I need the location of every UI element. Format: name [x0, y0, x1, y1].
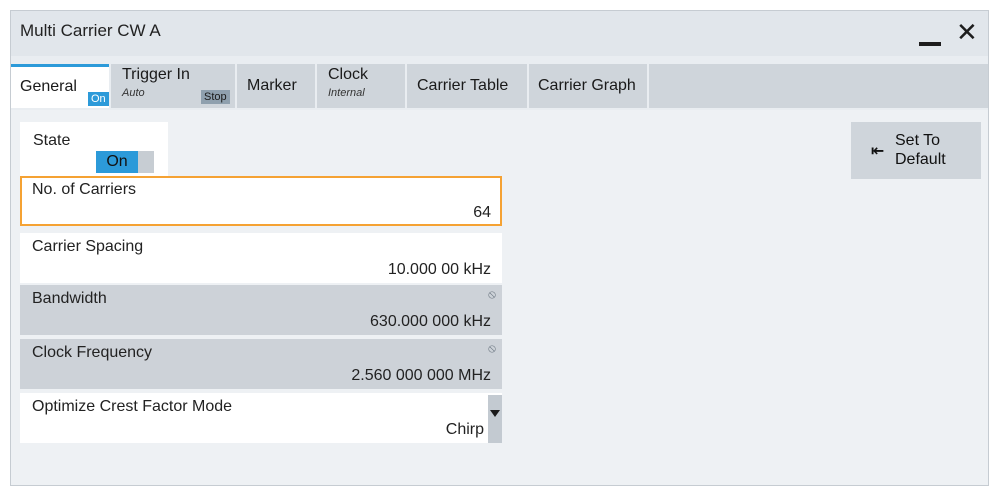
chevron-down-icon[interactable] [488, 395, 502, 443]
tab-bar-filler [649, 64, 988, 108]
tab-sub-label: Internal [328, 87, 365, 99]
tab-bar: General On Trigger In Auto Stop Marker C… [11, 56, 988, 110]
tab-label: Trigger In [122, 66, 190, 83]
num-carriers-field[interactable]: No. of Carriers 64 [20, 176, 502, 226]
clock-frequency-label: Clock Frequency [32, 344, 153, 361]
tab-badge: On [88, 92, 109, 106]
minimize-icon[interactable] [919, 42, 941, 46]
bandwidth-value: 630.000 000 kHz [370, 313, 491, 330]
arrow-to-left-icon: ⇤ [871, 143, 885, 160]
tab-carrier-table[interactable]: Carrier Table [407, 64, 527, 108]
multi-carrier-window: Multi Carrier CW A ✕ General On Trigger … [10, 10, 989, 486]
tab-carrier-graph[interactable]: Carrier Graph [529, 64, 647, 108]
set-to-default-line2: Default [895, 151, 946, 168]
clock-frequency-value: 2.560 000 000 MHz [351, 367, 491, 384]
tab-label: General [20, 78, 77, 95]
tab-label: Carrier Graph [538, 77, 636, 94]
read-only-icon: ⦸ [488, 341, 496, 355]
set-to-default-label: Set To Default [895, 131, 946, 169]
tab-badge: Stop [201, 90, 230, 104]
num-carriers-value: 64 [473, 204, 491, 221]
state-panel: State On [20, 122, 168, 179]
clock-frequency-field: ⦸ Clock Frequency 2.560 000 000 MHz [20, 339, 502, 389]
carrier-spacing-value: 10.000 00 kHz [387, 261, 491, 278]
tab-trigger-in[interactable]: Trigger In Auto Stop [111, 64, 235, 108]
crest-factor-mode-value: Chirp [445, 421, 484, 438]
tab-label: Marker [247, 77, 297, 94]
close-icon[interactable]: ✕ [956, 17, 978, 47]
crest-factor-mode-label: Optimize Crest Factor Mode [32, 398, 233, 415]
bandwidth-field: ⦸ Bandwidth 630.000 000 kHz [20, 285, 502, 335]
tab-label: Clock [328, 66, 369, 83]
set-to-default-button[interactable]: ⇤ Set To Default [851, 122, 981, 179]
carrier-spacing-label: Carrier Spacing [32, 238, 144, 255]
bandwidth-label: Bandwidth [32, 290, 107, 307]
window-title: Multi Carrier CW A [20, 21, 161, 40]
state-toggle-value: On [96, 151, 138, 173]
title-bar: Multi Carrier CW A ✕ [11, 11, 988, 56]
tab-label: Carrier Table [417, 77, 509, 94]
read-only-icon: ⦸ [488, 287, 496, 301]
tab-clock[interactable]: Clock Internal [317, 64, 405, 108]
tab-marker[interactable]: Marker [237, 64, 315, 108]
set-to-default-line1: Set To [895, 132, 941, 149]
tab-general[interactable]: General On [11, 64, 109, 108]
tab-sub-label: Auto [122, 87, 145, 99]
num-carriers-label: No. of Carriers [32, 181, 137, 198]
state-toggle[interactable]: On [96, 151, 154, 173]
state-label: State [33, 132, 71, 149]
carrier-spacing-field[interactable]: Carrier Spacing 10.000 00 kHz [20, 233, 502, 283]
crest-factor-mode-dropdown[interactable]: Optimize Crest Factor Mode Chirp [20, 393, 502, 443]
